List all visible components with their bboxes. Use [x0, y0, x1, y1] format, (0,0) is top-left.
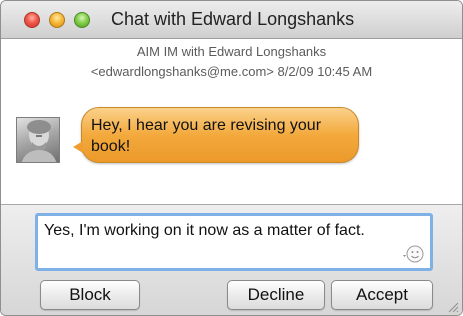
message-input-text: Yes, I'm working on it now as a matter o…	[44, 222, 365, 239]
resize-grip-icon[interactable]	[447, 301, 459, 313]
block-button[interactable]: Block	[40, 280, 140, 310]
close-window-button[interactable]	[24, 12, 40, 28]
compose-area: Yes, I'm working on it now as a matter o…	[1, 204, 462, 315]
message-input[interactable]: Yes, I'm working on it now as a matter o…	[35, 213, 433, 271]
conversation-header-service: AIM IM with Edward Longshanks	[136, 44, 327, 59]
minimize-window-button[interactable]	[49, 12, 65, 28]
bust-portrait-icon	[21, 120, 57, 162]
conversation-header-address: <edwardlongshanks@me.com> 8/2/09 10:45 A…	[90, 64, 373, 79]
accept-button[interactable]: Accept	[331, 280, 433, 310]
smiley-icon[interactable]	[403, 243, 425, 265]
chat-window: Chat with Edward Longshanks AIM IM with …	[0, 0, 463, 316]
buddy-avatar	[16, 117, 60, 163]
incoming-message-bubble: Hey, I hear you are revising your book!	[73, 107, 359, 163]
zoom-window-button[interactable]	[74, 12, 90, 28]
decline-button[interactable]: Decline	[227, 280, 325, 310]
title-bar[interactable]: Chat with Edward Longshanks	[1, 1, 462, 39]
window-title: Chat with Edward Longshanks	[111, 9, 355, 29]
